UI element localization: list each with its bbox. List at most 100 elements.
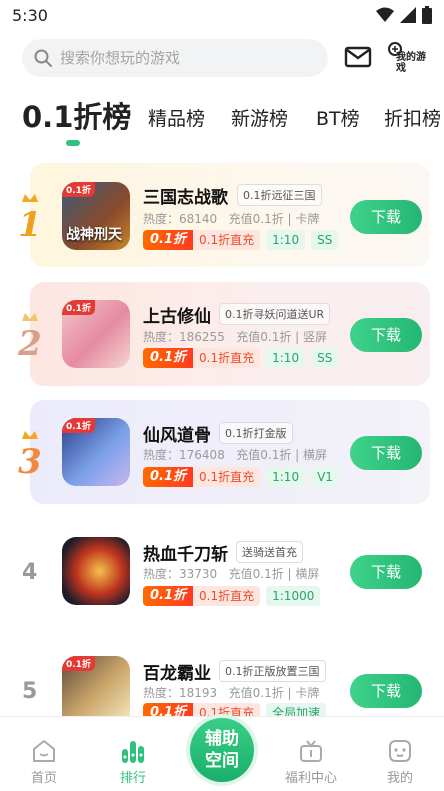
search-icon [34,49,52,67]
discount-note: 0.1折直充 [193,348,261,368]
game-icon[interactable]: 0.1折 [62,418,130,486]
game-title: 热血千刀斩 [143,545,228,565]
rank-number: 3 [18,442,42,479]
download-button[interactable]: 下载 [350,318,422,352]
nav-mine-label: 我的 [386,771,413,786]
game-subtitle: 0.1折打金版 [219,422,293,444]
download-button[interactable]: 下载 [350,674,422,708]
game-title: 三国志战歌 [143,188,228,208]
nav-home[interactable]: 首页 [14,737,74,786]
game-meta: 热度：33730 充值0.1折 | 横屏 [143,565,319,582]
heat-label: 热度： [143,448,180,462]
tab-bt-rank[interactable]: BT榜 [316,104,360,131]
mail-icon [344,46,372,68]
bronze-crown-rank-icon: 3 [18,431,42,479]
game-icon[interactable]: 0.1折 [62,656,130,716]
download-button[interactable]: 下载 [350,200,422,234]
nav-mine[interactable]: 我的 [370,737,430,786]
game-subtitle: 送骑送首充 [236,541,303,563]
tv-gift-icon [300,740,322,762]
recharge-info: 充值0.1折 | 横屏 [228,567,320,581]
nav-rank[interactable]: 排行 [103,737,163,786]
icon-discount-tag: 0.1折 [62,418,95,433]
rank-chart-icon [122,741,144,763]
battery-icon [422,6,432,24]
gamepad-face-icon [389,740,411,762]
ratio-tag: 1:10 [266,348,306,368]
assist-space-label: 辅助空间 [205,729,239,771]
download-button[interactable]: 下载 [350,436,422,470]
my-games-label: 我的游戏 [396,52,426,74]
icon-discount-tag: 0.1折 [62,182,95,197]
tab-indicator [66,140,80,146]
ratio-tag: 1:10 [266,467,306,487]
message-button[interactable] [344,44,372,70]
vip-tag: V1 [311,467,339,487]
download-button[interactable]: 下载 [350,555,422,589]
nav-welfare-label: 福利中心 [284,771,337,786]
rank-number: 1 [18,205,42,242]
status-icons [376,6,432,24]
rank-number: 2 [17,324,42,361]
heat-value: 18193 [179,686,218,700]
game-subtitle: 0.1折正版放置三国 [219,660,326,682]
nav-welfare[interactable]: 福利中心 [280,737,342,786]
tag-row: 0.1折 0.1折直充 1:10 SS [143,229,339,251]
heat-label: 热度： [143,212,180,226]
game-subtitle: 0.1折远征三国 [237,184,322,206]
game-meta: 热度：18193 充值0.1折 | 卡牌 [143,684,319,701]
heat-value: 176408 [179,448,225,462]
discount-note: 0.1折直充 [193,586,261,606]
icon-discount-tag: 0.1折 [62,300,95,315]
recharge-info: 充值0.1折 | 卡牌 [228,212,320,226]
ratio-tag: 1:1000 [266,586,321,606]
icon-text: 战神刑天 [66,227,122,243]
rank-number: 4 [22,560,38,585]
tag-row: 0.1折 0.1折直充 1:1000 [143,585,321,607]
discount-tag: 0.1折 0.1折直充 [143,586,261,606]
status-time: 5:30 [12,6,48,25]
game-title: 仙风道骨 [143,426,211,446]
tag-row: 0.1折 0.1折直充 1:10 SS [143,347,339,369]
tab-new-games-rank[interactable]: 新游榜 [231,104,288,131]
tag-row: 0.1折 0.1折直充 1:10 V1 [143,466,339,488]
game-title: 百龙霸业 [143,664,211,684]
heat-value: 186255 [179,330,225,344]
search-input[interactable] [60,49,300,67]
silver-crown-rank-icon: 2 [17,313,42,361]
rank-number: 5 [22,679,38,704]
discount-label: 0.1折 [143,230,194,250]
signal-icon [400,7,416,23]
game-icon[interactable]: 0.1折 [62,300,130,368]
icon-discount-tag: 0.1折 [62,656,95,671]
tab-sale-rank[interactable]: 折扣榜 [384,104,441,131]
game-icon[interactable]: 0.1折 战神刑天 [62,182,130,250]
assist-space-button[interactable]: 辅助空间 [190,718,254,782]
heat-label: 热度： [143,567,180,581]
gold-crown-rank-icon: 1 [18,194,42,242]
discount-label: 0.1折 [143,586,194,606]
game-meta: 热度：68140 充值0.1折 | 卡牌 [143,210,319,227]
discount-note: 0.1折直充 [193,230,261,250]
discount-tag: 0.1折 0.1折直充 [143,230,261,250]
recharge-info: 充值0.1折 | 竖屏 [236,330,328,344]
home-icon [33,740,55,762]
heat-value: 33730 [179,567,218,581]
grade-tag: SS [311,230,339,250]
discount-label: 0.1折 [143,467,194,487]
status-bar: 5:30 [0,0,444,32]
nav-home-label: 首页 [30,771,57,786]
discount-label: 0.1折 [143,348,194,368]
game-title: 上古修仙 [143,307,211,327]
heat-value: 68140 [179,212,218,226]
grade-tag: SS [311,348,339,368]
recharge-info: 充值0.1折 | 横屏 [236,448,328,462]
game-icon[interactable] [62,537,130,605]
tab-discount-rank[interactable]: 0.1折榜 [22,98,131,136]
game-meta: 热度：176408 充值0.1折 | 横屏 [143,446,327,463]
my-games-button[interactable]: 我的游戏 [388,40,428,76]
tab-premium-rank[interactable]: 精品榜 [148,104,205,131]
heat-label: 热度： [143,686,180,700]
nav-rank-label: 排行 [119,771,146,786]
search-bar[interactable] [22,39,328,77]
